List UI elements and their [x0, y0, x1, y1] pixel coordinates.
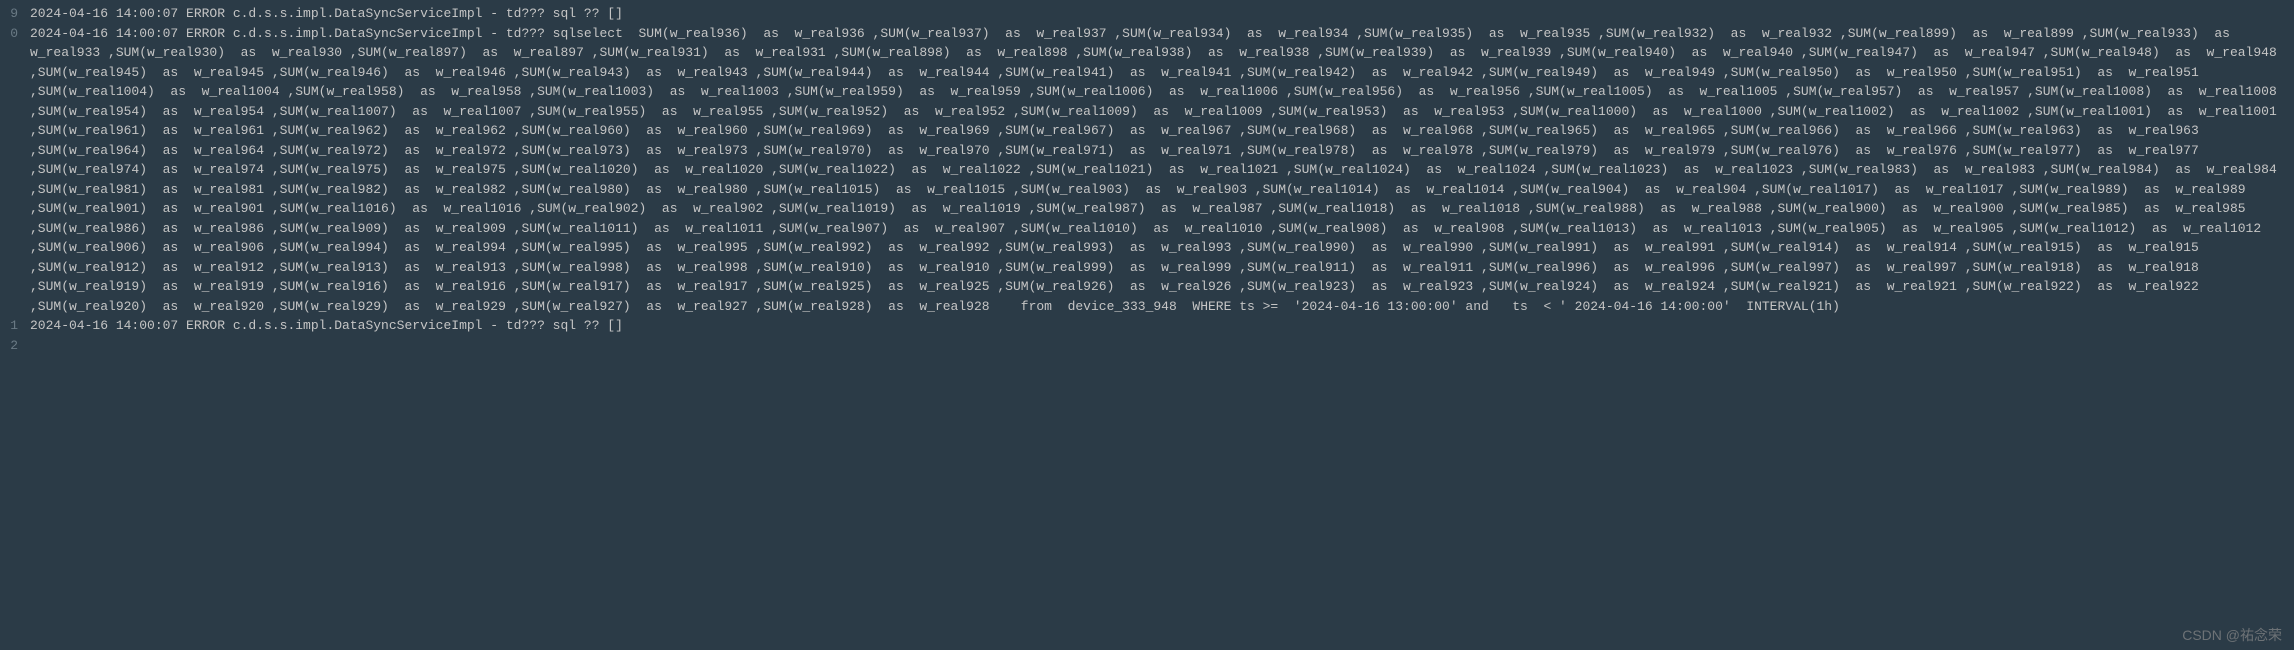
line-number: 0 [0, 24, 22, 317]
log-text[interactable]: 2024-04-16 14:00:07 ERROR c.d.s.s.impl.D… [22, 316, 2294, 336]
log-text[interactable]: 2024-04-16 14:00:07 ERROR c.d.s.s.impl.D… [22, 4, 2294, 24]
line-number: 9 [0, 4, 22, 24]
log-text[interactable] [22, 336, 2294, 356]
log-output: 9 2024-04-16 14:00:07 ERROR c.d.s.s.impl… [0, 0, 2294, 359]
line-number: 1 [0, 316, 22, 336]
log-line[interactable]: 1 2024-04-16 14:00:07 ERROR c.d.s.s.impl… [0, 316, 2294, 336]
log-line[interactable]: 9 2024-04-16 14:00:07 ERROR c.d.s.s.impl… [0, 4, 2294, 24]
log-text[interactable]: 2024-04-16 14:00:07 ERROR c.d.s.s.impl.D… [22, 24, 2294, 317]
log-line[interactable]: 0 2024-04-16 14:00:07 ERROR c.d.s.s.impl… [0, 24, 2294, 317]
log-line[interactable]: 2 [0, 336, 2294, 356]
watermark-text: CSDN @祐念荣 [2182, 625, 2282, 646]
line-number: 2 [0, 336, 22, 356]
